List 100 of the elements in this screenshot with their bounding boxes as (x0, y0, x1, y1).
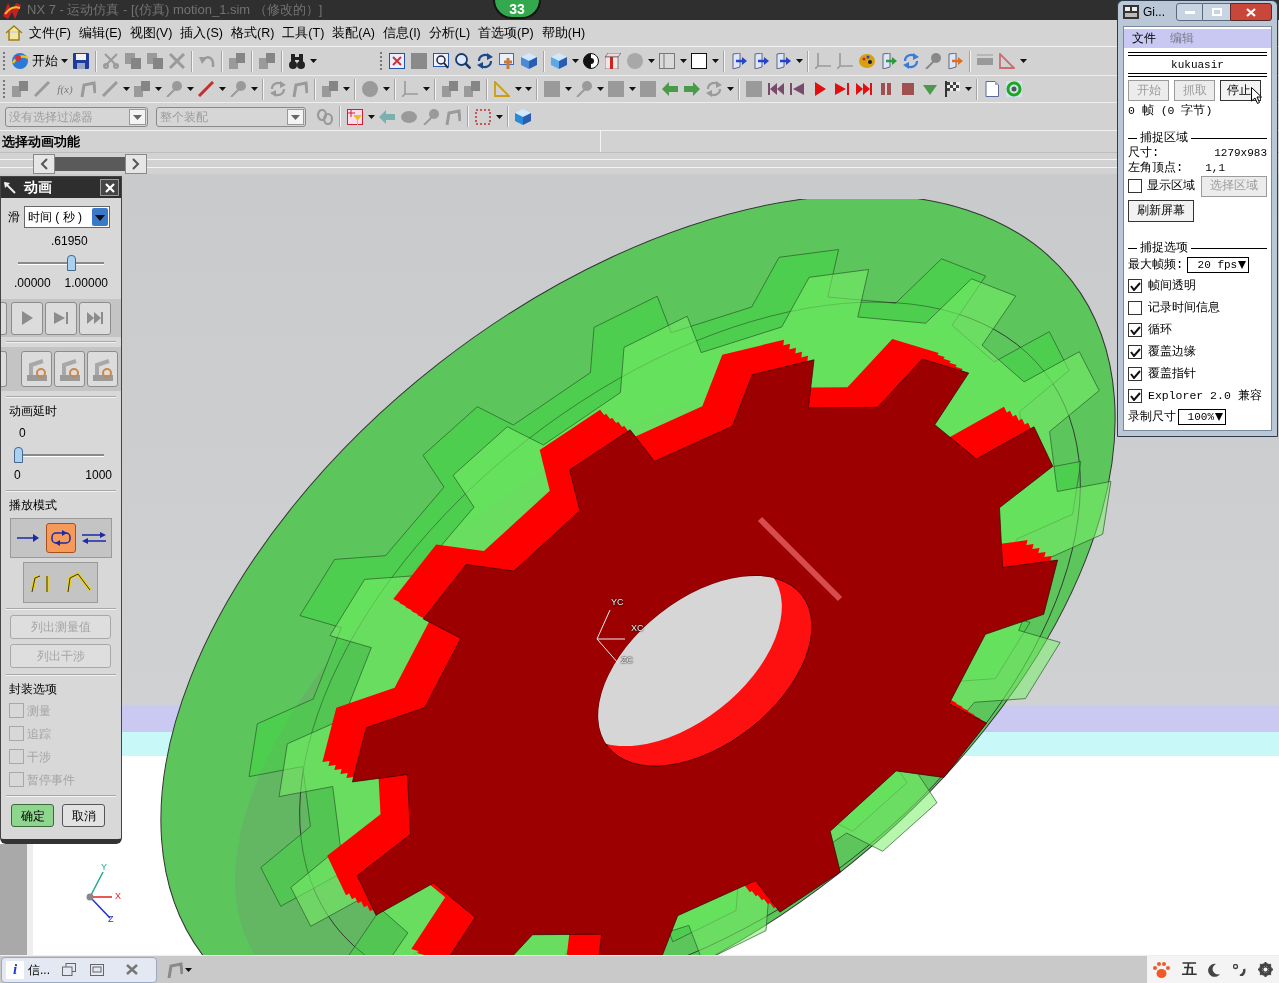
menu-item[interactable]: 插入(S) (180, 23, 223, 43)
caret-icon[interactable] (342, 87, 350, 91)
partial-button[interactable] (1, 351, 7, 387)
menu-item[interactable]: 编辑(E) (78, 23, 122, 43)
time-slider[interactable] (18, 255, 104, 271)
menu-item[interactable]: 工具(T) (282, 23, 325, 43)
caret-icon[interactable] (564, 87, 572, 91)
cube-icon[interactable] (551, 53, 567, 69)
maximize-button[interactable] (1203, 3, 1230, 21)
caret-icon[interactable] (679, 59, 687, 63)
box-arrow-icon[interactable] (881, 53, 897, 69)
scroll-left-button[interactable] (33, 153, 55, 174)
right-arrow-icon[interactable] (684, 81, 700, 97)
caret-icon[interactable] (218, 87, 226, 91)
pan-icon[interactable] (499, 53, 515, 69)
partial-button[interactable] (1, 301, 7, 335)
close-button[interactable] (100, 179, 119, 196)
caret-icon[interactable] (154, 87, 162, 91)
menu-item[interactable]: 分析(L) (428, 23, 471, 43)
fast-forward-icon[interactable] (856, 81, 872, 97)
caret-icon[interactable] (367, 114, 375, 119)
slider-thumb[interactable] (67, 255, 77, 271)
menu-item[interactable]: 装配(A) (332, 23, 375, 43)
blocks-icon[interactable] (259, 53, 275, 69)
settings-icon[interactable] (1258, 962, 1274, 977)
bent-arm-icon[interactable] (65, 571, 92, 594)
caret-icon[interactable] (647, 59, 655, 63)
caret-icon[interactable] (795, 59, 803, 63)
checkbox[interactable] (1128, 389, 1142, 403)
slider-thumb[interactable] (14, 447, 23, 463)
step-forward-icon[interactable] (53, 310, 69, 326)
punctuation-icon[interactable] (1233, 963, 1247, 976)
caret-icon[interactable] (964, 87, 972, 91)
fit-view-icon[interactable] (389, 53, 405, 69)
save-icon[interactable] (73, 53, 89, 69)
arm-tool-button[interactable] (54, 351, 85, 387)
stop-icon[interactable] (900, 81, 916, 97)
blank-square-icon[interactable] (691, 53, 707, 69)
menu-item[interactable]: 文件 (1132, 31, 1156, 46)
scrollbar-thumb[interactable] (55, 156, 125, 171)
close-button[interactable] (1230, 3, 1272, 21)
play-icon[interactable] (19, 310, 35, 326)
menu-item[interactable]: 首选项(P) (478, 23, 534, 43)
half-disc-icon[interactable] (583, 53, 599, 69)
capture-button[interactable]: 停止 (1220, 80, 1261, 101)
caret-icon[interactable] (184, 967, 192, 972)
caret-icon[interactable] (726, 87, 734, 91)
ok-button[interactable]: 确定 (11, 804, 54, 827)
caret-icon[interactable] (122, 87, 130, 91)
arm-tool-button[interactable] (87, 351, 118, 387)
moon-icon[interactable] (1208, 962, 1222, 977)
rewind-icon[interactable] (768, 81, 784, 97)
caret-icon[interactable] (711, 59, 719, 63)
refresh-screen-button[interactable]: 刷新屏幕 (1128, 200, 1194, 222)
frame-rate-dropdown[interactable]: 20 fps (1187, 257, 1250, 273)
fast-forward-button[interactable] (79, 301, 111, 335)
start-button[interactable]: 开始 (9, 49, 70, 73)
checkbox[interactable] (1128, 301, 1142, 315)
blocks-icon[interactable] (12, 81, 28, 97)
palette-icon[interactable] (859, 53, 875, 69)
close-icon[interactable] (126, 964, 138, 975)
copy-icon[interactable] (147, 53, 163, 69)
checkbox[interactable] (1128, 345, 1142, 359)
box-arrow-icon[interactable] (753, 53, 769, 69)
caret-icon[interactable] (382, 87, 390, 91)
box-arrow-icon[interactable] (775, 53, 791, 69)
maximize-icon[interactable] (90, 963, 104, 976)
checkbox[interactable] (1128, 367, 1142, 381)
caret-icon[interactable] (250, 87, 258, 91)
menu-item[interactable]: 格式(R) (231, 23, 275, 43)
menu-item[interactable]: 视图(V) (129, 23, 173, 43)
caret-icon[interactable] (596, 87, 604, 91)
caret-icon[interactable] (571, 59, 579, 63)
diagonal-arrow-icon[interactable] (4, 181, 16, 194)
caret-icon[interactable] (186, 87, 194, 91)
box-icon[interactable] (605, 53, 621, 69)
caret-icon[interactable] (1019, 59, 1027, 63)
scroll-right-button[interactable] (125, 153, 147, 174)
slider-type-dropdown[interactable]: 时间 ( 秒 ) (24, 206, 110, 228)
step-forward-button[interactable] (45, 301, 77, 335)
box-arrow-icon[interactable] (947, 53, 963, 69)
rotate-icon[interactable] (903, 53, 919, 69)
line-icon[interactable] (198, 81, 214, 97)
zoom-window-icon[interactable] (433, 53, 449, 69)
caret-icon[interactable] (628, 87, 636, 91)
blocks-icon[interactable] (464, 81, 480, 97)
menu-item[interactable]: 文件(F) (29, 23, 71, 43)
arm-tool-button[interactable] (21, 351, 52, 387)
pause-icon[interactable] (878, 81, 894, 97)
page-icon[interactable] (984, 81, 1000, 97)
record-size-dropdown[interactable]: 100% (1178, 409, 1226, 425)
pin-icon[interactable] (925, 53, 941, 69)
checkbox[interactable] (1128, 179, 1142, 193)
zoom-icon[interactable] (455, 53, 471, 69)
checkered-flag-icon[interactable] (944, 81, 960, 97)
ring-icon[interactable] (1006, 81, 1022, 97)
checkbox[interactable] (1128, 279, 1142, 293)
play-button[interactable] (11, 301, 43, 335)
caret-icon[interactable] (422, 87, 430, 91)
cube-icon[interactable] (521, 53, 537, 69)
